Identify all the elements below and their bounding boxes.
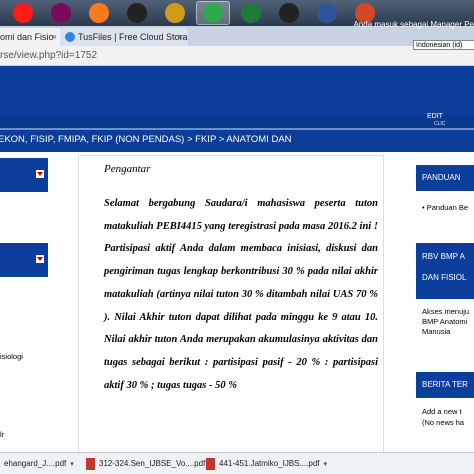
- edit-button[interactable]: EDIT: [427, 113, 443, 120]
- dropdown-icon[interactable]: [36, 255, 44, 263]
- download-filename: 441-451.Jatmiko_IJBS....pdf: [219, 459, 320, 468]
- tab-title: TusFiles | Free Cloud Stora: [78, 32, 188, 42]
- tusfiles-favicon-icon: [65, 32, 75, 42]
- taskbar-firefox-button[interactable]: [82, 1, 116, 25]
- close-icon[interactable]: ×: [178, 28, 183, 46]
- language-select[interactable]: Indonesian (id): [413, 40, 474, 50]
- taskbar-excel-button[interactable]: [234, 1, 268, 25]
- dropdown-icon[interactable]: [36, 170, 44, 178]
- taskbar-app-1-button[interactable]: [6, 1, 40, 25]
- taskbar-app-2-button[interactable]: [44, 1, 78, 25]
- download-filename: ehangard_J....pdf: [4, 459, 67, 468]
- taskbar-chrome-button[interactable]: [196, 1, 230, 25]
- no-news-text: (No news ha: [422, 418, 465, 427]
- download-filename: 312-324.Sen_IJBSE_Vo....pdf: [99, 459, 206, 468]
- pdf-icon: [86, 457, 95, 470]
- browser-tab-tusfiles[interactable]: TusFiles | Free Cloud Stora ×: [60, 28, 188, 46]
- left-block-header: [0, 243, 48, 277]
- header-bottom-band: [0, 116, 474, 128]
- download-item[interactable]: ehangard_J....pdf ▾: [4, 456, 74, 472]
- firefox-icon: [89, 3, 109, 23]
- chevron-down-icon[interactable]: ▾: [324, 457, 328, 473]
- close-icon[interactable]: ×: [52, 28, 57, 46]
- app-1-icon: [13, 3, 33, 23]
- rbv-title: RBV BMP A: [422, 252, 465, 261]
- word-icon: [317, 3, 337, 23]
- panduan-link[interactable]: • Panduan Be: [422, 203, 468, 212]
- rbv-title: DAN FISIOL: [422, 273, 467, 282]
- section-heading: Pengantar: [104, 163, 151, 175]
- tab-title: omi dan Fisio: [0, 32, 54, 42]
- rbv-block: RBV BMP A DAN FISIOL: [416, 243, 474, 299]
- panduan-block: PANDUAN: [416, 165, 474, 191]
- breadcrumb-bar: EKON, FISIP, FMIPA, FKIP (NON PENDAS) > …: [0, 128, 474, 152]
- app-2-icon: [51, 3, 71, 23]
- url-text[interactable]: rse/view.php?id=1752: [0, 48, 97, 64]
- rbv-text: Akses menuju: [422, 307, 470, 316]
- login-info: Anda masuk sebagai Manager Pe: [353, 20, 474, 29]
- chrome-icon: [203, 3, 223, 23]
- amazon-icon: [279, 3, 299, 23]
- address-bar[interactable]: rse/view.php?id=1752: [0, 46, 474, 66]
- rbv-text: Manusia: [422, 327, 451, 336]
- taskbar-amazon-button[interactable]: [272, 1, 306, 25]
- download-item[interactable]: 441-451.Jatmiko_IJBS....pdf ▾: [206, 456, 327, 472]
- berita-block: BERITA TER: [416, 372, 474, 398]
- berita-title: BERITA TER: [422, 380, 468, 389]
- left-link[interactable]: isiologi: [0, 352, 23, 361]
- browser-tab-active[interactable]: omi dan Fisio ×: [0, 28, 62, 46]
- download-bar: ehangard_J....pdf ▾ 312-324.Sen_IJBSE_Vo.…: [0, 452, 474, 474]
- chevron-down-icon[interactable]: ▾: [70, 457, 74, 473]
- taskbar-video-button[interactable]: [120, 1, 154, 25]
- media-icon: [165, 3, 185, 23]
- taskbar-media-button[interactable]: [158, 1, 192, 25]
- edit-sub-label: CLIC: [434, 121, 446, 127]
- breadcrumb[interactable]: EKON, FISIP, FMIPA, FKIP (NON PENDAS) > …: [0, 134, 292, 145]
- pdf-icon: [206, 457, 215, 470]
- rbv-text: BMP Anatomi: [422, 317, 468, 326]
- video-icon: [127, 3, 147, 23]
- left-block-header: [0, 158, 48, 192]
- browser-tabstrip: omi dan Fisio × TusFiles | Free Cloud St…: [0, 26, 474, 46]
- panduan-title: PANDUAN: [422, 173, 461, 182]
- left-link[interactable]: lr: [0, 430, 4, 439]
- add-news-link[interactable]: Add a new t: [422, 407, 462, 416]
- intro-paragraph: Selamat bergabung Saudara/i mahasiswa pe…: [104, 198, 378, 391]
- download-item[interactable]: 312-324.Sen_IJBSE_Vo....pdf▾: [86, 456, 213, 472]
- panduan-link-label: Panduan Be: [426, 203, 469, 212]
- excel-icon: [241, 3, 261, 23]
- taskbar-word-button[interactable]: [310, 1, 344, 25]
